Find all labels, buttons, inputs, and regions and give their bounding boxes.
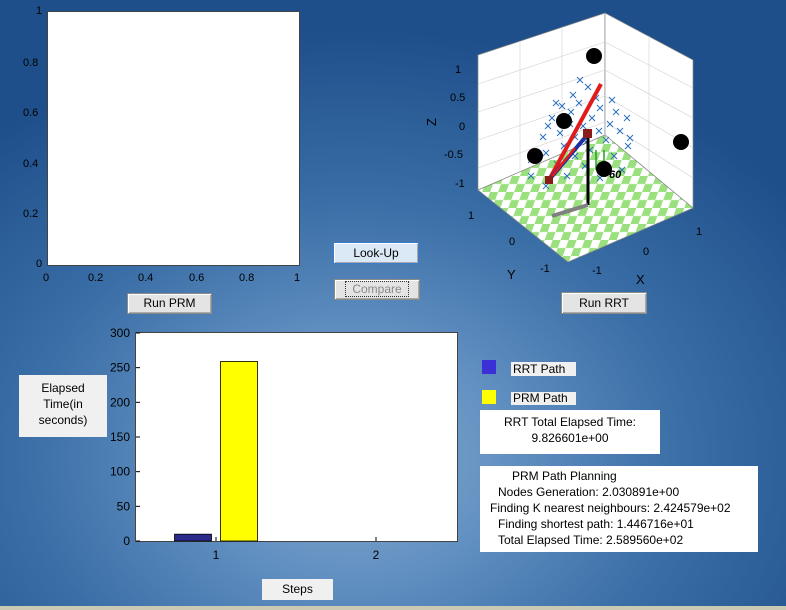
obstacle-sphere	[673, 134, 689, 150]
y-tick: 0	[509, 236, 515, 248]
x-tick-label: 2	[373, 548, 380, 562]
chart-ylabel: Elapsed Time(in seconds)	[19, 375, 107, 437]
start-node	[583, 129, 592, 138]
x-tick: 0	[43, 272, 50, 284]
legend-rrt: RRT Path	[511, 362, 576, 376]
legend-swatch-rrt	[482, 360, 496, 374]
legend-swatch-prm	[482, 390, 496, 404]
elapsed-time-chart: 0 50 100 150 200 250 300 1 2	[110, 326, 380, 562]
x-tick: -1	[592, 265, 602, 277]
y-tick-label: 300	[110, 326, 130, 340]
y-tick-label: 100	[110, 465, 130, 479]
compare-button-label: Compare	[345, 281, 409, 297]
y-tick-label: 200	[110, 395, 130, 409]
prm-result-box: PRM Path Planning Nodes Generation: 2.03…	[480, 466, 758, 552]
prm-result-line: PRM Path Planning	[512, 469, 617, 483]
x-tick: 0.2	[88, 272, 104, 284]
prm-result-line: Finding shortest path: 1.446716e+01	[498, 517, 694, 531]
bar-rrt-path	[174, 533, 212, 542]
ylabel-line: seconds)	[38, 413, 88, 427]
z-tick: 1	[455, 64, 461, 76]
legend-prm: PRM Path	[511, 392, 576, 405]
run-rrt-button[interactable]: Run RRT	[561, 292, 647, 314]
x-tick: 0.4	[138, 272, 154, 284]
rrt-result-title: RRT Total Elapsed Time:	[503, 415, 637, 429]
z-tick: 0.5	[450, 92, 465, 104]
status-strip	[0, 606, 786, 610]
prm-result-line: Finding K nearest neighbours: 2.424579e+…	[490, 501, 731, 515]
prm-axes	[47, 11, 300, 266]
ylabel-line: Time(in	[43, 397, 83, 411]
z-axis-label: Z	[424, 118, 439, 126]
bar-prm-path	[220, 361, 258, 542]
plot-annotation: 60	[609, 169, 622, 181]
goal-node	[545, 176, 553, 184]
x-tick: 0.6	[189, 272, 205, 284]
y-tick: -1	[540, 263, 550, 275]
obstacle-sphere	[556, 113, 572, 129]
x-tick: 0	[643, 246, 649, 258]
y-tick: 1	[468, 210, 474, 222]
y-tick-label: 150	[110, 430, 130, 444]
x-tick: 1	[696, 226, 702, 238]
prm-result-line: Nodes Generation: 2.030891e+00	[498, 485, 680, 499]
z-tick: -0.5	[444, 149, 463, 161]
compare-button[interactable]: Compare	[334, 279, 420, 300]
chart-xlabel: Steps	[262, 579, 333, 600]
x-tick: 0.8	[239, 272, 255, 284]
x-tick: 1	[294, 272, 301, 284]
y-axis-label: Y	[507, 267, 516, 282]
x-axis-label: X	[636, 272, 645, 287]
rrt-result-box: RRT Total Elapsed Time: 9.826601e+00	[480, 410, 660, 454]
obstacle-sphere	[586, 48, 602, 64]
look-up-button[interactable]: Look-Up	[333, 242, 419, 264]
y-tick: 0.6	[23, 107, 39, 119]
y-tick: 0.2	[23, 208, 39, 220]
y-tick-label: 0	[123, 534, 130, 548]
run-prm-button[interactable]: Run PRM	[127, 293, 212, 314]
y-tick: 1	[36, 5, 43, 17]
y-tick-label: 50	[117, 499, 131, 513]
x-tick-label: 1	[213, 548, 220, 562]
prm-result-line: Total Elapsed Time: 2.589560e+02	[498, 533, 684, 547]
ylabel-line: Elapsed	[41, 381, 85, 395]
rrt-3d-plot: 60 1 0.5 0 -0.5 -1 Z 1 0 -1 Y -1 0 1 X	[424, 12, 702, 287]
y-tick: 0.8	[23, 57, 39, 69]
y-tick-label: 250	[110, 361, 130, 375]
z-tick: 0	[459, 121, 465, 133]
z-tick: -1	[455, 178, 465, 190]
rrt-result-value: 9.826601e+00	[531, 431, 609, 445]
y-tick: 0.4	[23, 158, 39, 170]
obstacle-sphere	[527, 148, 543, 164]
y-tick: 0	[36, 258, 43, 270]
